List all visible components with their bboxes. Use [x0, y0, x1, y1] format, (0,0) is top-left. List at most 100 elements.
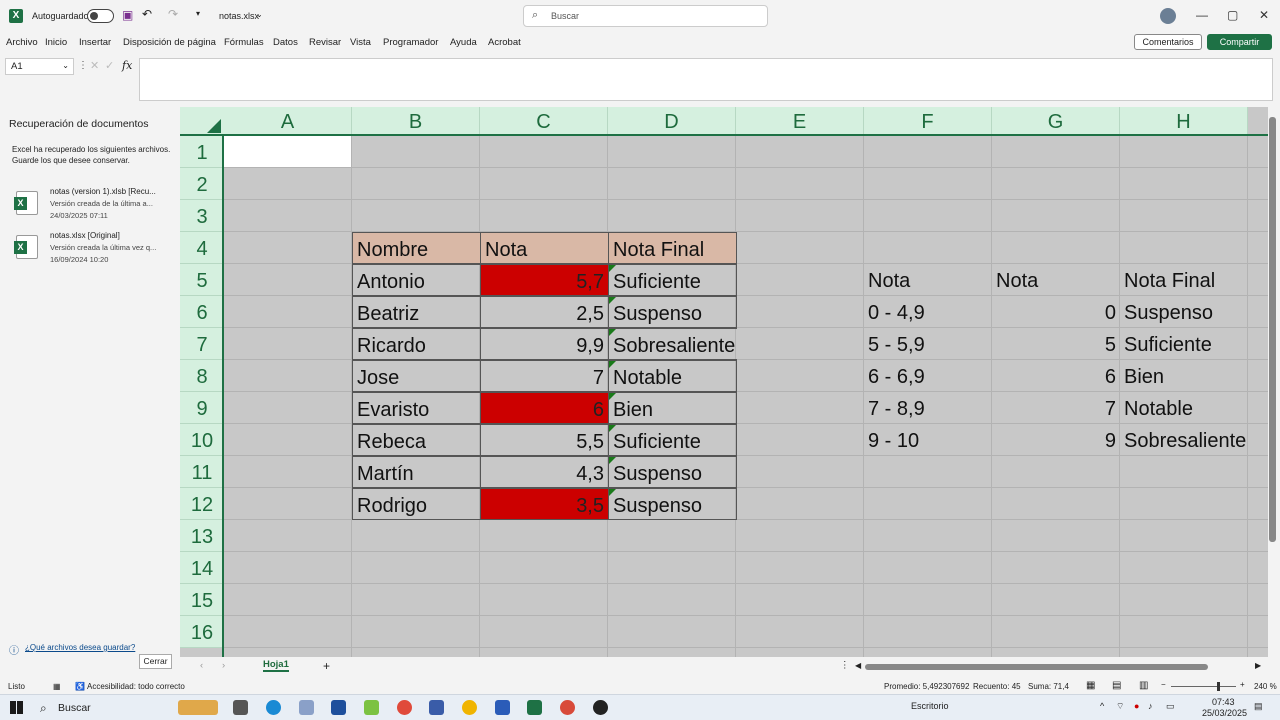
column-header[interactable]: B — [352, 107, 480, 136]
scroll-left-icon[interactable]: ◀ — [855, 661, 861, 670]
customize-qat-icon[interactable]: ▾ — [196, 9, 200, 18]
cancel-icon[interactable]: ✕ — [90, 59, 99, 72]
tab-vista[interactable]: Vista — [350, 37, 371, 48]
row-header[interactable]: 14 — [180, 552, 224, 584]
tab-insertar[interactable]: Insertar — [79, 37, 111, 48]
row-header[interactable]: 15 — [180, 584, 224, 616]
lookup-range-cell[interactable]: 5 - 5,9 — [864, 328, 992, 360]
column-header[interactable]: A — [224, 107, 352, 136]
windows-start-icon[interactable] — [10, 701, 23, 714]
student-name-cell[interactable]: Jose — [352, 360, 481, 392]
row-header[interactable]: 7 — [180, 328, 224, 360]
horizontal-scrollbar[interactable] — [865, 664, 1208, 670]
header-nombre[interactable]: Nombre — [352, 232, 481, 264]
page-layout-icon[interactable]: ▤ — [1112, 680, 1121, 691]
tab-formulas[interactable]: Fórmulas — [224, 37, 264, 48]
student-score-cell[interactable]: 6 — [480, 392, 609, 424]
row-header[interactable]: 10 — [180, 424, 224, 456]
paint-icon[interactable] — [299, 700, 314, 715]
student-final-cell[interactable]: Suficiente — [608, 424, 737, 456]
lookup-label-cell[interactable]: Suspenso — [1120, 296, 1268, 328]
undo-icon[interactable]: ↶ — [142, 7, 152, 21]
row-header[interactable]: 4 — [180, 232, 224, 264]
student-name-cell[interactable]: Antonio — [352, 264, 481, 296]
column-header[interactable]: D — [608, 107, 736, 136]
enter-icon[interactable]: ✓ — [105, 59, 114, 72]
tab-disposicion[interactable]: Disposición de página — [123, 37, 216, 48]
row-header[interactable]: 8 — [180, 360, 224, 392]
cell-a1-selected[interactable] — [224, 136, 352, 168]
student-score-cell[interactable]: 4,3 — [480, 456, 609, 488]
student-final-cell[interactable]: Suspenso — [608, 488, 737, 520]
account-avatar[interactable] — [1160, 8, 1176, 24]
prev-sheet-icon[interactable]: ‹ — [200, 660, 203, 671]
close-icon[interactable]: ✕ — [1259, 8, 1269, 22]
lookup-min-cell[interactable]: 7 — [992, 392, 1120, 424]
next-sheet-icon[interactable]: › — [222, 660, 225, 671]
row-header[interactable]: 12 — [180, 488, 224, 520]
lookup-label-cell[interactable]: Notable — [1120, 392, 1268, 424]
file-explorer-icon[interactable] — [462, 700, 477, 715]
student-score-cell[interactable]: 5,5 — [480, 424, 609, 456]
student-final-cell[interactable]: Bien — [608, 392, 737, 424]
tab-archivo[interactable]: Archivo — [6, 37, 38, 48]
remote-desktop-icon[interactable] — [429, 700, 444, 715]
lookup-min-cell[interactable]: 5 — [992, 328, 1120, 360]
row-header[interactable]: 13 — [180, 520, 224, 552]
autosave-toggle[interactable] — [87, 9, 114, 23]
chevron-up-icon[interactable]: ^ — [1100, 701, 1104, 711]
notifications-icon[interactable]: ▤ — [1254, 701, 1263, 712]
student-score-cell[interactable]: 5,7 — [480, 264, 609, 296]
column-header[interactable]: C — [480, 107, 608, 136]
student-name-cell[interactable]: Martín — [352, 456, 481, 488]
column-header[interactable]: E — [736, 107, 864, 136]
lookup-header-range[interactable]: Nota — [864, 264, 992, 296]
clock-date[interactable]: 25/03/2025 — [1202, 708, 1247, 718]
student-score-cell[interactable]: 7 — [480, 360, 609, 392]
widgets-icon[interactable] — [178, 700, 218, 715]
lookup-label-cell[interactable]: Bien — [1120, 360, 1268, 392]
restore-icon[interactable]: ▢ — [1227, 8, 1238, 22]
normal-view-icon[interactable]: ▦ — [1086, 680, 1095, 691]
student-name-cell[interactable]: Ricardo — [352, 328, 481, 360]
row-header[interactable]: 2 — [180, 168, 224, 200]
tab-inicio[interactable]: Inicio — [45, 37, 67, 48]
chevron-down-icon[interactable]: ⌄ — [256, 10, 263, 19]
more-options-icon[interactable]: ⋮ — [78, 60, 88, 71]
search-box[interactable]: ⌕ Buscar — [523, 5, 768, 27]
volume-icon[interactable]: ♪ — [1148, 701, 1153, 711]
redo-icon[interactable]: ↷ — [168, 7, 178, 21]
chevron-down-icon[interactable]: ⌄ — [62, 61, 69, 70]
tab-programador[interactable]: Programador — [383, 37, 438, 48]
github-icon[interactable] — [593, 700, 608, 715]
zoom-slider[interactable] — [1171, 682, 1236, 691]
select-all-button[interactable] — [180, 107, 224, 136]
share-button[interactable]: Compartir — [1207, 34, 1272, 50]
lookup-range-cell[interactable]: 6 - 6,9 — [864, 360, 992, 392]
minimize-icon[interactable]: — — [1196, 8, 1208, 22]
lookup-label-cell[interactable]: Sobresaliente — [1120, 424, 1268, 456]
student-final-cell[interactable]: Suficiente — [608, 264, 737, 296]
row-header[interactable]: 11 — [180, 456, 224, 488]
tab-acrobat[interactable]: Acrobat — [488, 37, 521, 48]
insert-function-icon[interactable]: fx — [122, 59, 132, 72]
row-header[interactable]: 9 — [180, 392, 224, 424]
row-header[interactable]: 6 — [180, 296, 224, 328]
lookup-range-cell[interactable]: 0 - 4,9 — [864, 296, 992, 328]
student-final-cell[interactable]: Notable — [608, 360, 737, 392]
column-header[interactable]: G — [992, 107, 1120, 136]
lookup-header-label[interactable]: Nota Final — [1120, 264, 1260, 296]
zoom-in-icon[interactable]: + — [1240, 680, 1245, 689]
tab-revisar[interactable]: Revisar — [309, 37, 341, 48]
student-name-cell[interactable]: Beatriz — [352, 296, 481, 328]
formula-input[interactable] — [139, 58, 1273, 101]
page-break-icon[interactable]: ▥ — [1139, 680, 1148, 691]
lookup-range-cell[interactable]: 7 - 8,9 — [864, 392, 992, 424]
clock-time[interactable]: 07:43 — [1212, 697, 1235, 707]
lookup-header-min[interactable]: Nota — [992, 264, 1120, 296]
edge-icon[interactable] — [266, 700, 281, 715]
student-name-cell[interactable]: Rebeca — [352, 424, 481, 456]
zoom-level[interactable]: 240 % — [1254, 682, 1277, 691]
name-box[interactable]: A1 ⌄ — [5, 58, 74, 75]
student-name-cell[interactable]: Rodrigo — [352, 488, 481, 520]
